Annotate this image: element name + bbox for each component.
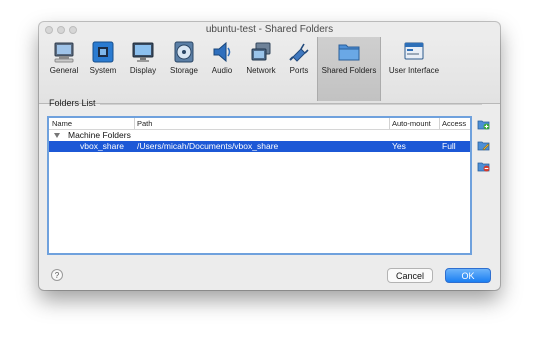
help-button[interactable]: ? xyxy=(51,269,63,281)
zoom-window-button[interactable] xyxy=(69,26,77,34)
column-header-access[interactable]: Access xyxy=(442,118,466,129)
tab-storage[interactable]: Storage xyxy=(165,37,203,101)
ok-button[interactable]: OK xyxy=(445,268,491,283)
column-header-auto-mount[interactable]: Auto-mount xyxy=(392,118,431,129)
table-header: Name Path Auto-mount Access xyxy=(49,118,470,130)
title-bar: ubuntu-test - Shared Folders xyxy=(39,22,500,37)
general-icon xyxy=(54,42,74,63)
tab-storage-label: Storage xyxy=(169,66,199,75)
tab-ports[interactable]: Ports xyxy=(283,37,315,101)
remove-shared-folder-icon[interactable] xyxy=(477,160,490,172)
folders-list-label: Folders List xyxy=(49,98,96,108)
settings-toolbar: General System Display Storage Audio Net… xyxy=(39,37,500,104)
table-row[interactable]: vbox_share /Users/micah/Documents/vbox_s… xyxy=(49,141,470,152)
tab-shared-folders[interactable]: Shared Folders xyxy=(317,37,381,101)
window-title: ubuntu-test - Shared Folders xyxy=(205,24,334,35)
system-chip-icon xyxy=(92,41,114,63)
tab-user-interface[interactable]: User Interface xyxy=(383,37,445,101)
shared-folders-table[interactable]: Name Path Auto-mount Access Machine Fold… xyxy=(47,116,472,255)
row-name: vbox_share xyxy=(80,141,124,151)
section-divider xyxy=(100,104,482,105)
edit-shared-folder-icon[interactable] xyxy=(477,139,490,151)
user-interface-icon xyxy=(404,42,424,60)
display-monitor-icon xyxy=(132,42,154,62)
tab-ports-label: Ports xyxy=(289,66,309,75)
minimize-window-button[interactable] xyxy=(57,26,65,34)
close-window-button[interactable] xyxy=(45,26,53,34)
ports-plug-icon xyxy=(289,43,309,62)
cancel-button[interactable]: Cancel xyxy=(387,268,433,283)
add-shared-folder-icon[interactable] xyxy=(477,118,490,130)
settings-window: ubuntu-test - Shared Folders General Sys… xyxy=(39,22,500,290)
machine-folders-group[interactable]: Machine Folders xyxy=(49,130,470,141)
tab-user-interface-label: User Interface xyxy=(388,66,440,75)
column-separator xyxy=(439,118,440,129)
group-label: Machine Folders xyxy=(68,130,131,140)
row-path: /Users/micah/Documents/vbox_share xyxy=(137,141,279,151)
column-separator xyxy=(389,118,390,129)
tab-network[interactable]: Network xyxy=(241,37,281,101)
tab-general[interactable]: General xyxy=(45,37,83,101)
tab-network-label: Network xyxy=(246,66,276,75)
tab-display[interactable]: Display xyxy=(123,37,163,101)
audio-speaker-icon xyxy=(213,41,231,63)
tab-general-label: General xyxy=(49,66,79,75)
row-access: Full xyxy=(442,141,456,151)
column-header-path[interactable]: Path xyxy=(137,118,152,129)
shared-folder-icon xyxy=(338,44,360,61)
network-icon xyxy=(251,42,271,61)
row-auto-mount: Yes xyxy=(392,141,406,151)
tab-system-label: System xyxy=(89,66,117,75)
column-header-name[interactable]: Name xyxy=(52,118,72,129)
tab-audio-label: Audio xyxy=(211,66,233,75)
storage-disk-icon xyxy=(174,41,194,63)
tab-display-label: Display xyxy=(129,66,157,75)
column-separator xyxy=(134,118,135,129)
tab-audio[interactable]: Audio xyxy=(205,37,239,101)
disclosure-triangle-icon[interactable] xyxy=(54,133,60,139)
tab-system[interactable]: System xyxy=(85,37,121,101)
tab-shared-folders-label: Shared Folders xyxy=(321,66,377,75)
